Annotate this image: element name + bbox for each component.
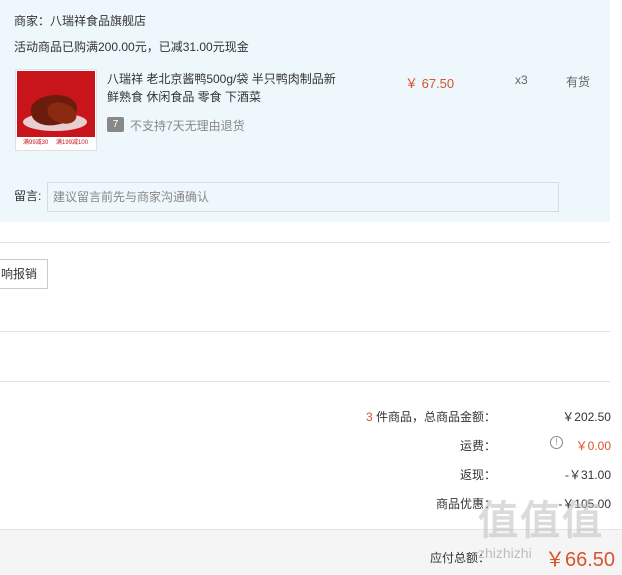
stock-status: 有货 [566,75,591,89]
info-icon[interactable]: ! [550,436,563,449]
shipping-label: 运费： [459,439,496,453]
message-input[interactable] [47,182,559,212]
product-image[interactable]: 满99减30 满199减100 [15,69,97,151]
items-count: 3 [365,410,373,424]
divider [0,331,610,332]
no-return-icon: 7 [107,117,124,132]
image-badge: 满99减30 [23,140,49,146]
watermark-logo: 值值值 [478,499,604,543]
divider [0,381,610,382]
watermark-site: zhizhizhi [478,545,532,561]
items-summary-label: 3 件商品，总商品金额： [365,410,496,424]
product-quantity: x3 [515,73,528,87]
cashback-value: -￥31.00 [564,468,611,482]
return-policy: 不支持7天无理由退货 [130,119,245,133]
payable-value: ￥66.50 [545,549,616,571]
shipping-value: ￥0.00 [575,439,611,453]
cashback-label: 返现： [459,468,496,482]
items-total: ￥202.50 [562,410,611,424]
image-badge: 满199减100 [56,140,89,146]
product-price: ￥ 67.50 [405,76,455,91]
message-label: 留言: [14,189,42,203]
product-title[interactable]: 八瑞祥 老北京酱鸭500g/袋 半只鸭肉制品新鲜熟食 休闲食品 零食 下酒菜 [107,70,347,106]
promo-text: 活动商品已购满200.00元，已减31.00元现金 [14,40,249,54]
merchant-name[interactable]: 商家：八瑞祥食品旗舰店 [14,12,146,29]
reimburse-button[interactable]: 响报销 [0,259,48,289]
divider [0,242,610,243]
